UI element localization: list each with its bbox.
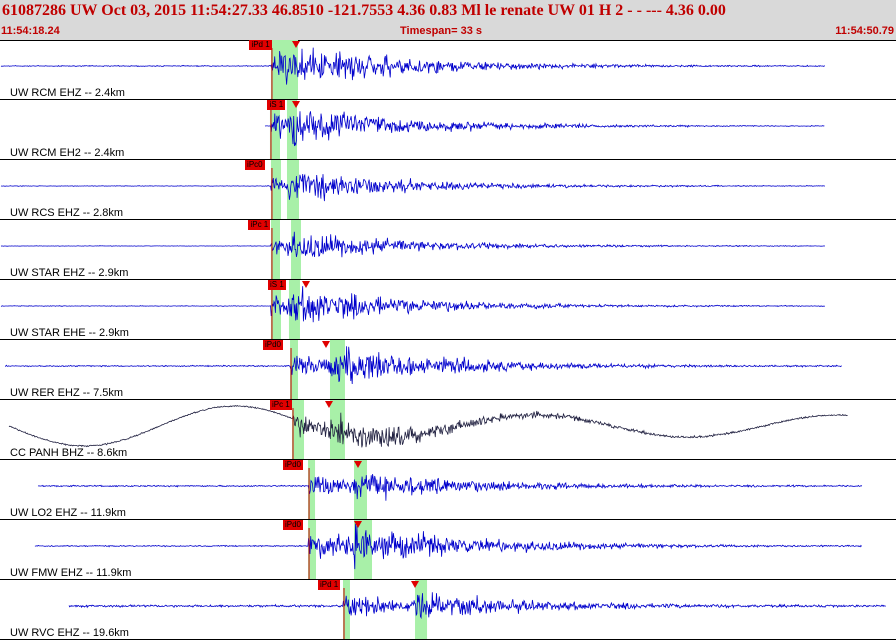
station-label: UW LO2 EHZ -- 11.9km — [10, 507, 126, 519]
time-start-label: 11:54:18.24 — [1, 25, 60, 37]
arrival-marker-icon[interactable] — [411, 581, 420, 588]
arrival-marker-icon[interactable] — [353, 461, 362, 468]
waveform-trace — [0, 173, 826, 202]
seismogram-panel[interactable]: iS 1 UW STAR EHE -- 2.9km — [0, 280, 896, 340]
phase-pick-tag[interactable]: iPd0 — [282, 460, 303, 470]
station-label: CC PANH BHZ -- 8.6km — [10, 447, 128, 459]
phase-pick-tag[interactable]: iS 1 — [267, 280, 286, 290]
waveform-trace — [5, 346, 842, 385]
phase-pick-tag[interactable]: iPc 1 — [269, 400, 292, 410]
waveform-trace — [0, 286, 825, 323]
seismogram-panel[interactable]: iPd0 UW LO2 EHZ -- 11.9km — [0, 460, 896, 520]
waveform-trace — [0, 47, 826, 85]
station-label: UW RER EHZ -- 7.5km — [10, 387, 124, 399]
waveform-plot — [264, 100, 825, 159]
arrival-marker-icon[interactable] — [301, 281, 310, 288]
station-label: UW FMW EHZ -- 11.9km — [10, 567, 132, 579]
seismogram-panel[interactable]: iPc 1 UW STAR EHZ -- 2.9km — [0, 220, 896, 280]
arrival-marker-icon[interactable] — [353, 521, 362, 528]
waveform-plot — [8, 400, 848, 459]
phase-pick-tag[interactable]: iPd0 — [262, 340, 283, 350]
phase-pick-tag[interactable]: iPd0 — [282, 520, 303, 530]
event-header: 61087286 UW Oct 03, 2015 11:54:27.33 46.… — [0, 0, 896, 41]
seismogram-panel[interactable]: iPd0 UW RER EHZ -- 7.5km — [0, 340, 896, 400]
arrival-marker-icon[interactable] — [321, 341, 330, 348]
seismogram-panel[interactable]: iPc 1 CC PANH BHZ -- 8.6km — [0, 400, 896, 460]
seismogram-panel[interactable]: iPd 1 UW RVC EHZ -- 19.6km — [0, 580, 896, 640]
phase-pick-tag[interactable]: iPd 1 — [317, 580, 341, 590]
waveform-plot — [68, 580, 886, 639]
waveform-plot — [0, 280, 825, 339]
waveform-plot — [0, 40, 826, 99]
waveform-trace — [68, 592, 886, 620]
waveform-plot — [5, 340, 842, 399]
arrival-marker-icon[interactable] — [292, 41, 301, 48]
waveform-trace — [34, 523, 862, 570]
station-label: UW RCM EH2 -- 2.4km — [10, 147, 125, 159]
arrival-marker-icon[interactable] — [292, 101, 301, 108]
phase-pick-tag[interactable]: iPc0 — [245, 160, 265, 170]
arrival-marker-icon[interactable] — [325, 401, 333, 408]
waveform-trace — [264, 111, 825, 147]
waveform-trace — [0, 231, 826, 258]
station-label: UW RCS EHZ -- 2.8km — [10, 207, 124, 219]
seismogram-panel[interactable]: iPd0 UW FMW EHZ -- 11.9km — [0, 520, 896, 580]
seismogram-stack: iPd 1 UW RCM EHZ -- 2.4km iS 1 UW RCM EH2 -… — [0, 40, 896, 640]
seismogram-panel[interactable]: iPc0 UW RCS EHZ -- 2.8km — [0, 160, 896, 220]
seismogram-panel[interactable]: iPd 1 UW RCM EHZ -- 2.4km — [0, 40, 896, 100]
station-label: UW RCM EHZ -- 2.4km — [10, 87, 125, 99]
waveform-plot — [0, 220, 826, 279]
station-label: UW STAR EHE -- 2.9km — [10, 327, 129, 339]
station-label: UW STAR EHZ -- 2.9km — [10, 267, 129, 279]
waveform-plot — [34, 520, 862, 579]
event-summary-title: 61087286 UW Oct 03, 2015 11:54:27.33 46.… — [2, 2, 726, 19]
waveform-plot — [0, 160, 826, 219]
waveform-trace — [37, 473, 863, 501]
phase-pick-tag[interactable]: iPd 1 — [249, 40, 272, 50]
phase-pick-tag[interactable]: iPc 1 — [248, 220, 271, 230]
station-label: UW RVC EHZ -- 19.6km — [10, 627, 129, 639]
phase-window — [270, 160, 281, 219]
waveform-trace — [8, 404, 848, 448]
timespan-label: Timespan= 33 s — [400, 25, 483, 37]
seismogram-panel[interactable]: iS 1 UW RCM EH2 -- 2.4km — [0, 100, 896, 160]
phase-window — [292, 400, 305, 459]
time-end-label: 11:54:50.79 — [835, 25, 894, 37]
phase-pick-tag[interactable]: iS 1 — [267, 100, 286, 110]
waveform-plot — [37, 460, 863, 519]
